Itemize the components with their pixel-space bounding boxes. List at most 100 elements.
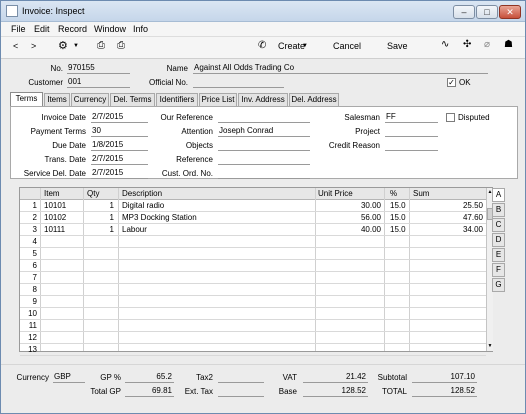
tab-currency[interactable]: Currency <box>71 93 109 106</box>
pct-cell[interactable]: 15.0 <box>390 201 406 210</box>
menu-info[interactable]: Info <box>133 24 148 34</box>
gear-icon[interactable]: ⚙ <box>58 39 68 52</box>
back-icon[interactable]: < <box>13 41 18 51</box>
table-row[interactable]: 3 10111 1 Labour 40.00 15.0 34.00 <box>20 224 486 236</box>
side-tab-f[interactable]: F <box>492 263 505 277</box>
item-cell[interactable]: 10101 <box>44 201 66 210</box>
attention-field[interactable]: Joseph Conrad <box>218 126 310 137</box>
forward-icon[interactable]: > <box>31 41 36 51</box>
table-row[interactable]: 11 <box>20 320 486 332</box>
menu-window[interactable]: Window <box>94 24 126 34</box>
save-button[interactable]: Save <box>387 41 408 51</box>
item-cell[interactable]: 10111 <box>44 225 65 234</box>
pct-cell[interactable]: 15.0 <box>390 213 406 222</box>
table-row[interactable]: 10 <box>20 308 486 320</box>
table-row[interactable]: 4 <box>20 236 486 248</box>
no-field[interactable]: 970155 <box>67 63 130 74</box>
tab-inv-address[interactable]: Inv. Address <box>238 93 288 106</box>
qty-cell[interactable]: 1 <box>86 213 114 222</box>
due-date-field[interactable]: 1/8/2015 <box>91 140 148 151</box>
service-del-date-field[interactable]: 2/7/2015 <box>91 168 148 179</box>
col-item-header[interactable]: Item <box>44 189 60 198</box>
table-row[interactable]: 9 <box>20 296 486 308</box>
gp-pct-field: 65.2 <box>125 372 174 383</box>
col-qty-header[interactable]: Qty <box>87 189 99 198</box>
unit-price-cell[interactable]: 40.00 <box>318 225 381 234</box>
table-row[interactable]: 8 <box>20 284 486 296</box>
table-row[interactable]: 13 <box>20 344 486 356</box>
cancel-button[interactable]: Cancel <box>333 41 361 51</box>
phone-icon[interactable]: ✆ <box>258 40 266 51</box>
menu-file[interactable]: File <box>11 24 26 34</box>
description-cell[interactable]: MP3 Docking Station <box>122 213 197 222</box>
item-cell[interactable]: 10102 <box>44 213 66 222</box>
trans-date-field[interactable]: 2/7/2015 <box>91 154 148 165</box>
tab-items[interactable]: Items <box>44 93 70 106</box>
sum-cell[interactable]: 47.60 <box>413 213 483 222</box>
qty-cell[interactable]: 1 <box>86 201 114 210</box>
create-chevron-icon[interactable]: ▼ <box>302 43 308 49</box>
col-pct-header[interactable]: % <box>390 189 397 198</box>
sum-cell[interactable]: 34.00 <box>413 225 483 234</box>
hat-icon[interactable]: ☗ <box>504 39 513 50</box>
table-row[interactable]: 6 <box>20 260 486 272</box>
side-tab-c[interactable]: C <box>492 218 505 232</box>
ok-checkbox[interactable]: ✓ <box>447 78 456 87</box>
official-no-field[interactable] <box>193 77 284 88</box>
menu-edit[interactable]: Edit <box>34 24 50 34</box>
table-row[interactable]: 1 10101 1 Digital radio 30.00 15.0 25.50 <box>20 200 486 212</box>
scroll-down-icon[interactable]: ▼ <box>487 343 493 349</box>
gear-menu-chevron-icon[interactable]: ▼ <box>73 43 79 49</box>
print-icon[interactable]: ⎙ <box>97 40 105 51</box>
create-button[interactable]: Create <box>278 41 305 51</box>
tab-del-address[interactable]: Del. Address <box>289 93 339 106</box>
table-row[interactable]: 2 10102 1 MP3 Docking Station 56.00 15.0 47.60 <box>20 212 486 224</box>
name-field[interactable]: Against All Odds Trading Co <box>193 63 488 74</box>
project-field[interactable] <box>385 126 438 137</box>
description-cell[interactable]: Digital radio <box>122 201 164 210</box>
title-bar[interactable]: Invoice: Inspect – □ ✕ <box>1 1 525 22</box>
menu-record[interactable]: Record <box>58 24 87 34</box>
cust-ord-no-field[interactable] <box>218 168 310 179</box>
minimize-button[interactable]: – <box>453 5 475 19</box>
side-tab-d[interactable]: D <box>492 233 505 247</box>
reference-field[interactable] <box>218 154 310 165</box>
tab-del-terms[interactable]: Del. Terms <box>110 93 155 106</box>
tab-price-list[interactable]: Price List <box>199 93 237 106</box>
maximize-button[interactable]: □ <box>476 5 498 19</box>
tab-identifiers[interactable]: Identifiers <box>156 93 198 106</box>
row-number: 3 <box>32 225 37 234</box>
col-sum-header[interactable]: Sum <box>413 189 429 198</box>
objects-field[interactable] <box>218 140 310 151</box>
sum-cell[interactable]: 25.50 <box>413 201 483 210</box>
disputed-checkbox[interactable] <box>446 113 455 122</box>
table-row[interactable]: 7 <box>20 272 486 284</box>
customer-field[interactable]: 001 <box>67 77 130 88</box>
col-description-header[interactable]: Description <box>122 189 162 198</box>
side-tab-b[interactable]: B <box>492 203 505 217</box>
our-reference-field[interactable] <box>218 112 310 123</box>
invoice-date-field[interactable]: 2/7/2015 <box>91 112 148 123</box>
footer-separator <box>1 364 525 365</box>
expand-icon[interactable]: ✣ <box>463 39 471 50</box>
table-row[interactable]: 12 <box>20 332 486 344</box>
col-unit-price-header[interactable]: Unit Price <box>318 189 353 198</box>
credit-reason-field[interactable] <box>385 140 438 151</box>
unit-price-cell[interactable]: 30.00 <box>318 201 381 210</box>
side-tab-e[interactable]: E <box>492 248 505 262</box>
side-tab-a[interactable]: A <box>492 188 505 202</box>
unit-price-cell[interactable]: 56.00 <box>318 213 381 222</box>
trend-icon[interactable]: ∿ <box>441 39 449 50</box>
attachment-icon[interactable]: ⌀ <box>484 39 490 50</box>
side-tab-g[interactable]: G <box>492 278 505 292</box>
close-button[interactable]: ✕ <box>499 5 521 19</box>
table-row[interactable]: 5 <box>20 248 486 260</box>
description-cell[interactable]: Labour <box>122 225 147 234</box>
pct-cell[interactable]: 15.0 <box>390 225 406 234</box>
qty-cell[interactable]: 1 <box>86 225 114 234</box>
print-preview-icon[interactable]: ⎙ <box>117 40 125 51</box>
salesman-field[interactable]: FF <box>385 112 438 123</box>
tab-terms[interactable]: Terms <box>10 92 43 107</box>
payment-terms-field[interactable]: 30 <box>91 126 148 137</box>
currency-field[interactable]: GBP <box>53 372 85 383</box>
